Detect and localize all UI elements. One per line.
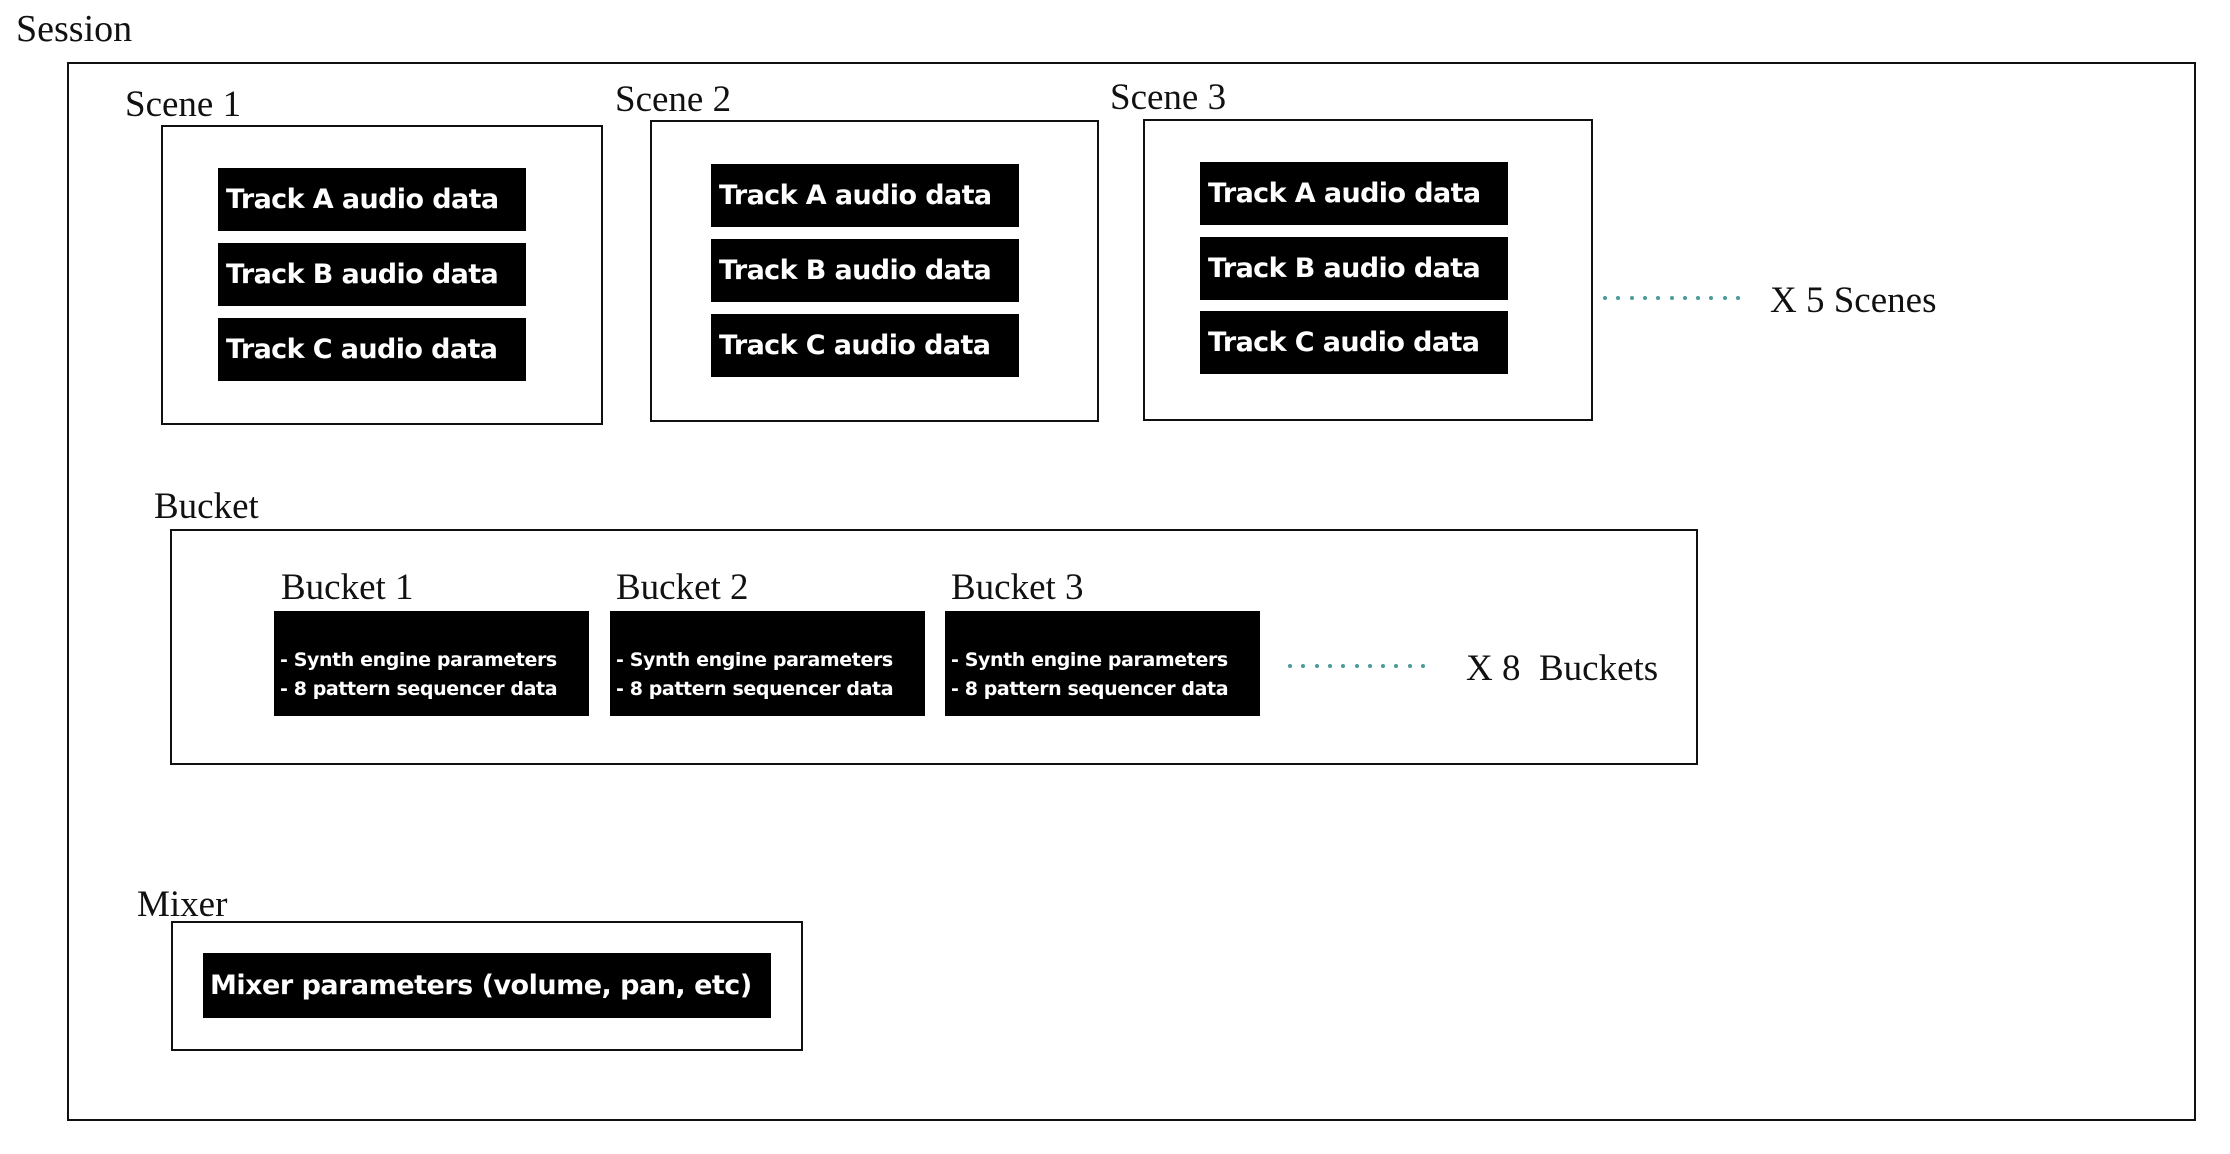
ellipsis-dot <box>1722 296 1727 300</box>
scene-1-label: Scene 1 <box>125 84 242 125</box>
scene-3-label: Scene 3 <box>1110 77 1227 118</box>
scenes-ellipsis-dots <box>1603 296 1743 302</box>
session-title: Session <box>16 8 133 50</box>
ellipsis-dot <box>1421 664 1425 668</box>
ellipsis-dot <box>1669 296 1674 300</box>
scene-2-label: Scene 2 <box>615 79 732 120</box>
buckets-ellipsis-dots <box>1288 664 1428 670</box>
bucket-section-title: Bucket <box>154 486 259 527</box>
ellipsis-dot <box>1381 664 1386 668</box>
ellipsis-dot <box>1354 664 1359 668</box>
scene-1-track-c: Track C audio data <box>218 318 526 381</box>
bucket-2-line-2: - 8 pattern sequencer data <box>616 678 894 700</box>
bucket-1-block: - Synth engine parameters - 8 pattern se… <box>274 611 589 716</box>
bucket-2-line-1: - Synth engine parameters <box>616 649 893 671</box>
ellipsis-dot <box>1682 296 1687 300</box>
mixer-parameters-block: Mixer parameters (volume, pan, etc) <box>203 953 771 1018</box>
ellipsis-dot <box>1367 664 1372 668</box>
bucket-1-label: Bucket 1 <box>281 567 414 608</box>
bucket-3-block: - Synth engine parameters - 8 pattern se… <box>945 611 1260 716</box>
ellipsis-dot <box>1629 296 1634 300</box>
ellipsis-dot <box>1341 664 1346 668</box>
ellipsis-dot <box>1314 664 1319 668</box>
ellipsis-dot <box>1301 664 1306 668</box>
ellipsis-dot <box>1656 296 1661 300</box>
bucket-3-label: Bucket 3 <box>951 567 1084 608</box>
bucket-3-line-1: - Synth engine parameters <box>951 649 1228 671</box>
ellipsis-dot <box>1394 664 1399 668</box>
ellipsis-dot <box>1407 664 1412 668</box>
bucket-1-line-2: - 8 pattern sequencer data <box>280 678 558 700</box>
bucket-2-block: - Synth engine parameters - 8 pattern se… <box>610 611 925 716</box>
buckets-multiplier-label: X 8 Buckets <box>1466 648 1659 689</box>
ellipsis-dot <box>1616 296 1621 300</box>
mixer-section-title: Mixer <box>137 884 228 925</box>
ellipsis-dot <box>1642 296 1647 300</box>
bucket-1-line-1: - Synth engine parameters <box>280 649 557 671</box>
bucket-2-label: Bucket 2 <box>616 567 749 608</box>
scene-2-track-a: Track A audio data <box>711 164 1019 227</box>
scene-2-track-c: Track C audio data <box>711 314 1019 377</box>
ellipsis-dot <box>1603 296 1607 300</box>
scene-3-track-c: Track C audio data <box>1200 311 1508 374</box>
ellipsis-dot <box>1709 296 1714 300</box>
ellipsis-dot <box>1327 664 1332 668</box>
ellipsis-dot <box>1736 296 1740 300</box>
scene-2-track-b: Track B audio data <box>711 239 1019 302</box>
scenes-multiplier-label: X 5 Scenes <box>1770 280 1937 321</box>
ellipsis-dot <box>1696 296 1701 300</box>
ellipsis-dot <box>1288 664 1292 668</box>
scene-1-track-b: Track B audio data <box>218 243 526 306</box>
scene-3-track-a: Track A audio data <box>1200 162 1508 225</box>
scene-3-track-b: Track B audio data <box>1200 237 1508 300</box>
bucket-3-line-2: - 8 pattern sequencer data <box>951 678 1229 700</box>
scene-1-track-a: Track A audio data <box>218 168 526 231</box>
